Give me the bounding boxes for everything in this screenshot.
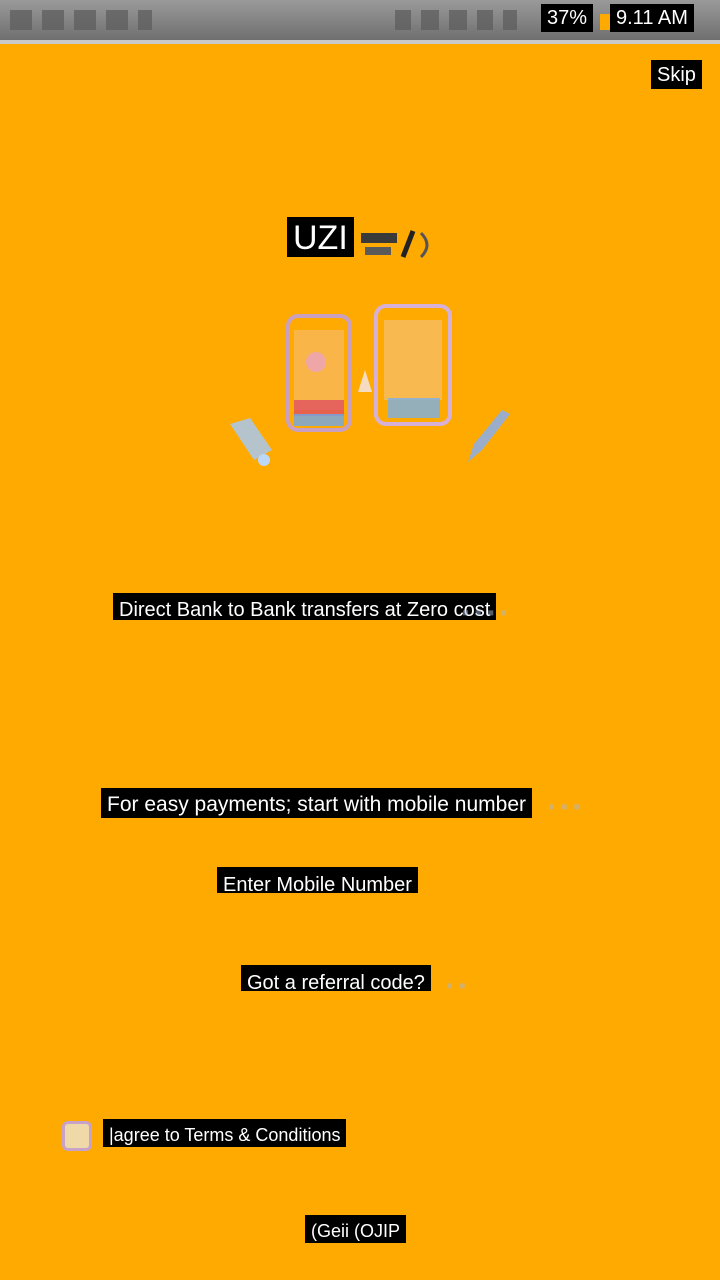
battery-percentage: 37% (541, 4, 594, 32)
clock: 9.11 AM (610, 4, 694, 32)
referral-code-link[interactable]: Got a referral code? (241, 965, 431, 994)
mobile-prompt: For easy payments; start with mobile num… (101, 788, 532, 818)
notification-icon (74, 10, 96, 30)
signal-icon (395, 10, 411, 30)
go-button[interactable]: (Geii (OJIP (305, 1215, 407, 1243)
referral-shadow: ▪ ▪ (446, 975, 466, 997)
system-icons (395, 10, 517, 30)
prompt-shadow: ▪ ▪ ▪ (548, 796, 581, 818)
logo-text: UZI (287, 217, 354, 257)
skip-button[interactable]: Skip (651, 60, 702, 89)
mobile-number-input[interactable]: Enter Mobile Number (217, 867, 418, 896)
terms-label[interactable]: |agree to Terms & Conditions (103, 1119, 347, 1147)
notification-icon (42, 10, 64, 30)
logo-mark-icon (361, 230, 429, 259)
notification-icons (10, 10, 152, 30)
terms-checkbox[interactable] (62, 1121, 92, 1151)
bluetooth-icon (503, 10, 517, 30)
phones-illustration-icon (230, 304, 510, 466)
tagline-shadow: ▪ ▪ ▪ ▪ (462, 602, 508, 624)
wifi-icon (421, 10, 439, 30)
notification-icon (10, 10, 32, 30)
app-logo: UZI (287, 217, 429, 259)
status-bar: 37% 9.11 AM (0, 0, 720, 44)
notification-icon (106, 10, 128, 30)
data-icon (477, 10, 493, 30)
notification-icon (138, 10, 152, 30)
network-icon (449, 10, 467, 30)
battery-icon (600, 14, 610, 30)
tagline: Direct Bank to Bank transfers at Zero co… (113, 593, 497, 621)
